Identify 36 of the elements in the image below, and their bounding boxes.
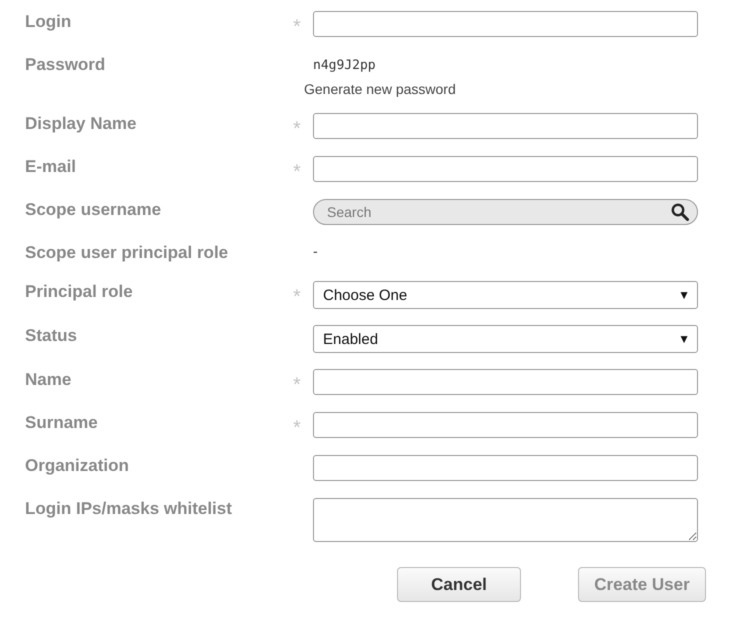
required-mark: * [293, 15, 302, 37]
role-value: - [313, 243, 319, 259]
search-bar[interactable]: Search [313, 199, 698, 225]
field-label: E-mail [25, 156, 78, 177]
text-area[interactable] [313, 498, 698, 542]
field-label: Name [25, 369, 72, 390]
field-label: Scope user principal role [25, 243, 230, 263]
caret-icon: ▼ [678, 288, 690, 302]
text-field[interactable] [313, 369, 698, 395]
search-icon [671, 203, 689, 221]
text-field[interactable] [313, 113, 698, 139]
caret-icon: ▼ [678, 332, 690, 346]
text-field[interactable] [313, 156, 698, 182]
required-mark: * [293, 373, 302, 395]
text-field[interactable] [313, 11, 698, 37]
text-field[interactable] [313, 412, 698, 438]
field-label: Login IPs/masks whitelist [25, 498, 233, 519]
field-label: Surname [25, 412, 99, 433]
field-label: Scope username [25, 199, 162, 220]
select-dropdown[interactable]: Choose One ▼ [313, 281, 698, 309]
required-mark: * [293, 117, 302, 139]
required-mark: * [293, 285, 302, 307]
password-value: n4g9J2pp [313, 57, 377, 73]
field-label: Password [25, 54, 106, 75]
text-field[interactable] [313, 455, 698, 481]
cancel-button[interactable]: Cancel [397, 567, 521, 602]
field-label: Principal role [25, 281, 134, 302]
generate-password-link[interactable]: Generate new password [304, 81, 698, 97]
field-label: Display Name [25, 113, 138, 134]
required-mark: * [293, 416, 302, 438]
field-label: Status [25, 325, 78, 346]
search-input[interactable]: Search [327, 201, 671, 223]
required-mark: * [293, 160, 302, 182]
field-label: Login [25, 11, 72, 32]
field-label: Organization [25, 455, 130, 476]
select-dropdown[interactable]: Enabled ▼ [313, 325, 698, 353]
